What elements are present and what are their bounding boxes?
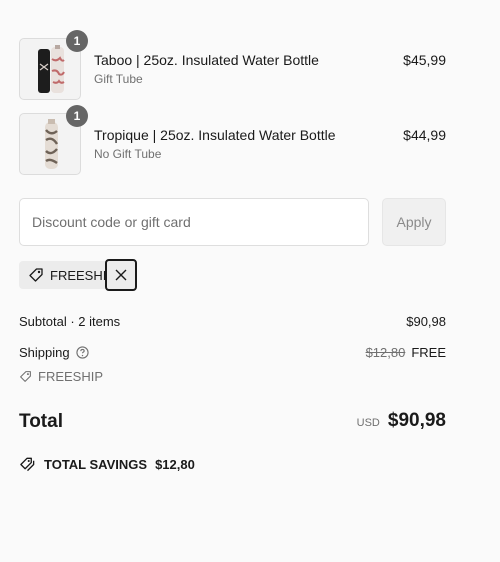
close-icon bbox=[115, 269, 127, 281]
item-price: $45,99 bbox=[403, 52, 446, 68]
line-item: 1 Taboo | 25oz. Insulated Water Bottle G… bbox=[19, 30, 446, 100]
shipping-label: Shipping bbox=[19, 345, 70, 360]
line-item: 1 Tropique | 25oz. Insulated Water Bottl… bbox=[19, 105, 446, 175]
shipping-code-label: FREESHIP bbox=[38, 369, 104, 384]
remove-discount-button[interactable] bbox=[105, 259, 137, 291]
total-value-row: USD $90,98 bbox=[357, 410, 446, 432]
item-title: Taboo | 25oz. Insulated Water Bottle bbox=[94, 52, 319, 68]
savings-value: $12,80 bbox=[155, 456, 195, 472]
tag-icon bbox=[29, 268, 43, 282]
product-image-tropique: 1 bbox=[19, 105, 88, 175]
item-title: Tropique | 25oz. Insulated Water Bottle bbox=[94, 127, 336, 143]
currency-code: USD bbox=[356, 417, 380, 429]
total-label: Total bbox=[19, 411, 63, 432]
shipping-original-price: $12,80 bbox=[365, 345, 406, 360]
discount-code-input[interactable] bbox=[19, 198, 369, 246]
shipping-value-row: $12,80 FREE bbox=[366, 345, 446, 360]
shipping-value: FREE bbox=[411, 345, 446, 360]
total-amount: $90,98 bbox=[387, 410, 446, 431]
tag-icon bbox=[20, 371, 31, 382]
total-savings: TOTAL SAVINGS $12,80 bbox=[19, 456, 195, 472]
quantity-badge: 1 bbox=[66, 30, 88, 52]
shipping-discount-code: FREESHIP bbox=[19, 369, 103, 384]
product-image-taboo: 1 bbox=[19, 30, 88, 100]
tags-icon bbox=[20, 457, 35, 472]
quantity-badge: 1 bbox=[66, 105, 88, 127]
help-circle-icon[interactable] bbox=[75, 346, 89, 359]
shipping-row: Shipping bbox=[19, 345, 89, 360]
savings-label: TOTAL SAVINGS bbox=[44, 456, 148, 472]
apply-discount-button[interactable]: Apply bbox=[382, 198, 446, 246]
item-variant: Gift Tube bbox=[94, 72, 143, 86]
subtotal-value: $90,98 bbox=[406, 314, 446, 329]
subtotal-label: Subtotal · 2 items bbox=[19, 314, 121, 329]
item-price: $44,99 bbox=[403, 127, 446, 143]
item-variant: No Gift Tube bbox=[94, 147, 162, 161]
